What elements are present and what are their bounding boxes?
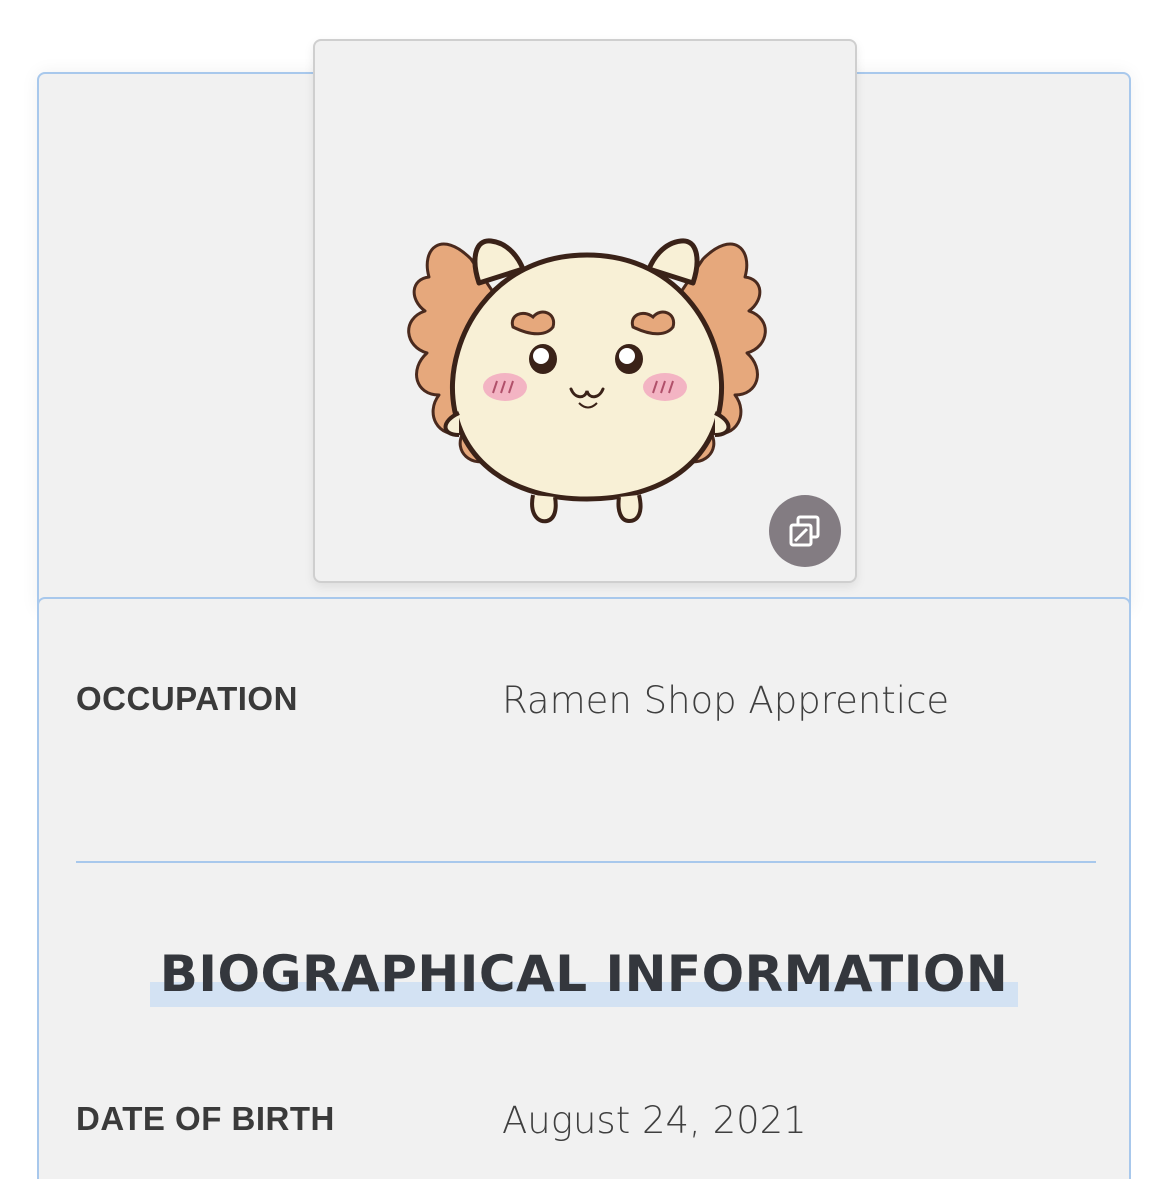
date-of-birth-value: August 24, 2021 xyxy=(502,1099,807,1142)
section-heading-biographical: BIOGRAPHICAL INFORMATION xyxy=(149,941,1019,1007)
page: OCCUPATION Ramen Shop Apprentice BIOGRAP… xyxy=(0,0,1170,1179)
occupation-value: Ramen Shop Apprentice xyxy=(502,679,950,722)
character-illustration[interactable] xyxy=(401,199,773,531)
date-of-birth-label: DATE OF BIRTH xyxy=(76,1100,335,1137)
gallery-button[interactable] xyxy=(769,495,841,567)
gallery-icon xyxy=(789,515,820,547)
section-heading-container: BIOGRAPHICAL INFORMATION xyxy=(39,941,1129,1007)
infobox-details-panel: OCCUPATION Ramen Shop Apprentice BIOGRAP… xyxy=(37,597,1131,1179)
section-divider xyxy=(76,861,1096,863)
character-image-card[interactable] xyxy=(313,39,857,583)
occupation-label: OCCUPATION xyxy=(76,680,298,717)
